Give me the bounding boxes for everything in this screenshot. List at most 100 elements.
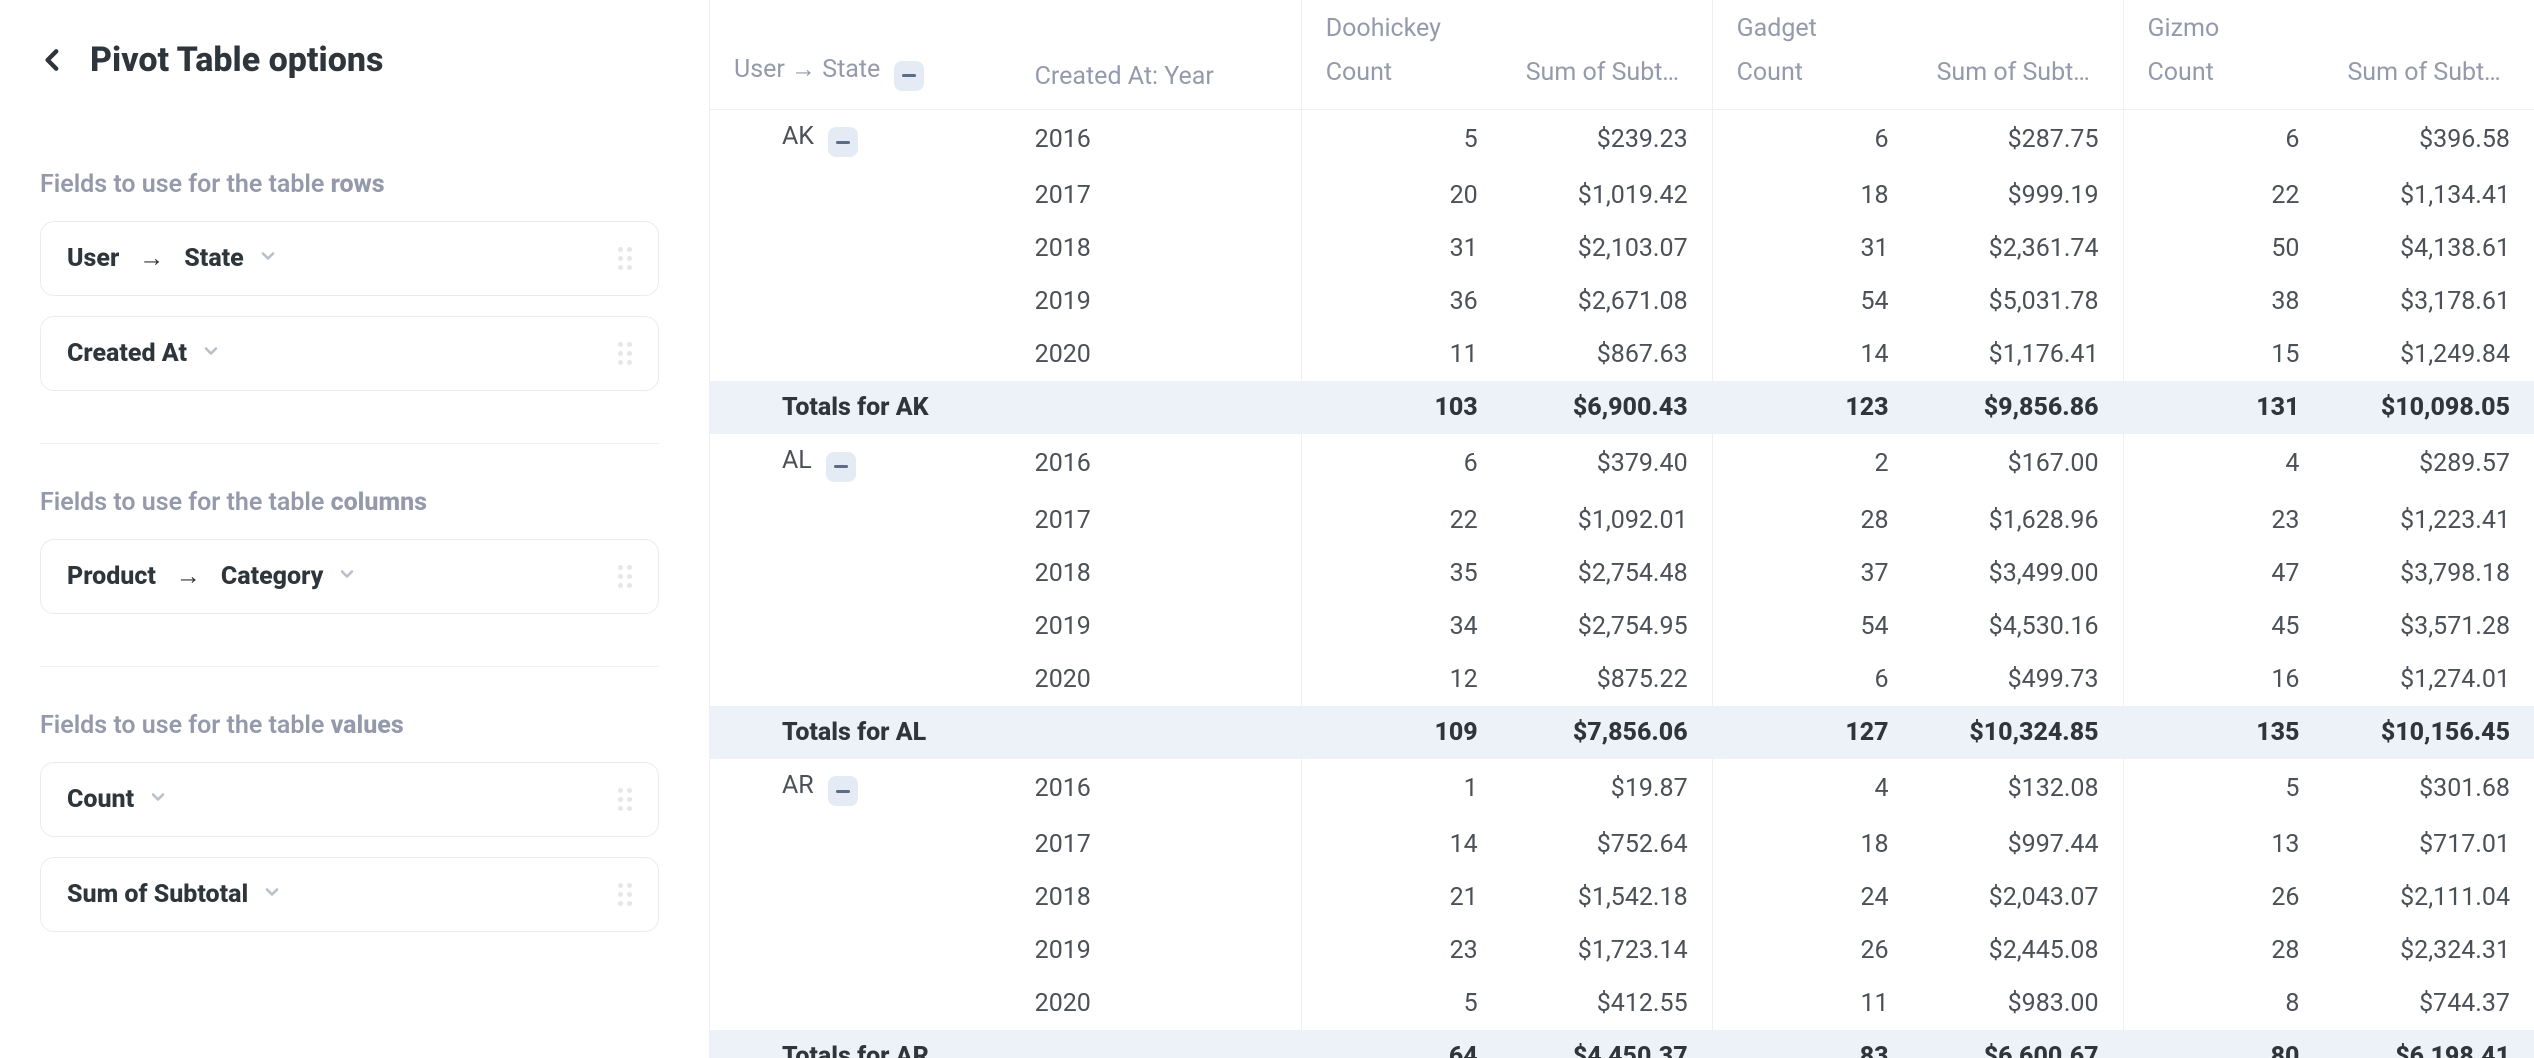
total-cell: $7,856.06 [1502, 706, 1712, 759]
value-cell: $1,628.96 [1913, 494, 2123, 547]
value-cell: $983.00 [1913, 977, 2123, 1030]
value-cell: 6 [2123, 109, 2323, 169]
sidebar-title: Pivot Table options [90, 40, 383, 80]
measure-header[interactable]: Sum of Subto… [2323, 51, 2534, 109]
value-cell: 24 [1712, 871, 1912, 924]
measure-header[interactable]: Sum of Subto… [1913, 51, 2123, 109]
col-field-0[interactable]: Product→Category [40, 539, 659, 614]
year-cell: 2020 [1011, 653, 1302, 706]
value-cell: $2,754.95 [1502, 600, 1712, 653]
rows-label: Fields to use for the table rows [40, 170, 659, 199]
row-dim-header[interactable]: Created At: Year [1011, 51, 1302, 109]
value-cell: 28 [2123, 924, 2323, 977]
rows-field-group: Fields to use for the table rows User→St… [40, 170, 659, 391]
value-cell: 18 [1712, 818, 1912, 871]
pivot-table: DoohickeyGadgetGizmo User → StateCreated… [710, 0, 2534, 1058]
value-cell: 11 [1301, 328, 1501, 381]
total-cell: 131 [2123, 381, 2323, 434]
measure-header[interactable]: Sum of Subto… [1502, 51, 1712, 109]
collapse-group-button[interactable] [828, 127, 858, 157]
drag-handle-icon[interactable] [618, 342, 632, 365]
value-cell: $752.64 [1502, 818, 1712, 871]
collapse-group-button[interactable] [826, 452, 856, 482]
table-row: 201722$1,092.0128$1,628.9623$1,223.41 [710, 494, 2534, 547]
table-row: 201720$1,019.4218$999.1922$1,134.41 [710, 169, 2534, 222]
value-cell: $289.57 [2323, 434, 2534, 494]
total-label: Totals for AL [710, 706, 1011, 759]
value-cell: 2 [1712, 434, 1912, 494]
value-cell: $1,723.14 [1502, 924, 1712, 977]
year-cell: 2017 [1011, 169, 1302, 222]
row-dim-header[interactable]: User → State [710, 51, 1011, 109]
drag-handle-icon[interactable] [618, 883, 632, 906]
year-cell: 2018 [1011, 871, 1302, 924]
chevron-left-icon [40, 47, 66, 73]
value-cell: 50 [2123, 222, 2323, 275]
table-row: 201936$2,671.0854$5,031.7838$3,178.61 [710, 275, 2534, 328]
value-cell: 6 [1712, 109, 1912, 169]
value-cell: $867.63 [1502, 328, 1712, 381]
total-row: Totals for AK103$6,900.43123$9,856.86131… [710, 381, 2534, 434]
back-button[interactable] [40, 47, 66, 73]
value-cell: $1,223.41 [2323, 494, 2534, 547]
table-row: 20205$412.5511$983.008$744.37 [710, 977, 2534, 1030]
value-cell: 4 [2123, 434, 2323, 494]
divider [40, 443, 659, 444]
value-cell: $4,530.16 [1913, 600, 2123, 653]
chevron-down-icon [258, 244, 278, 273]
table-row: 201821$1,542.1824$2,043.0726$2,111.04 [710, 871, 2534, 924]
total-cell: $10,156.45 [2323, 706, 2534, 759]
value-cell: 23 [1301, 924, 1501, 977]
collapse-group-button[interactable] [828, 776, 858, 806]
value-cell: $412.55 [1502, 977, 1712, 1030]
val-field-1[interactable]: Sum of Subtotal [40, 857, 659, 932]
value-cell: $1,019.42 [1502, 169, 1712, 222]
value-cell: $2,445.08 [1913, 924, 2123, 977]
chevron-down-icon [201, 339, 221, 368]
value-cell: $167.00 [1913, 434, 2123, 494]
measure-header[interactable]: Count [2123, 51, 2323, 109]
value-cell: $379.40 [1502, 434, 1712, 494]
category-header[interactable]: Doohickey [1301, 0, 1712, 51]
value-cell: $132.08 [1913, 759, 2123, 819]
value-cell: 6 [1712, 653, 1912, 706]
chevron-down-icon [148, 785, 168, 814]
measure-header[interactable]: Count [1712, 51, 1912, 109]
year-cell: 2019 [1011, 275, 1302, 328]
total-row: Totals for AR64$4,450.3783$6,600.6780$6,… [710, 1030, 2534, 1058]
value-cell: 5 [1301, 109, 1501, 169]
chevron-down-icon [262, 880, 282, 909]
value-cell: $4,138.61 [2323, 222, 2534, 275]
drag-handle-icon[interactable] [618, 788, 632, 811]
value-cell: 28 [1712, 494, 1912, 547]
table-row: 201923$1,723.1426$2,445.0828$2,324.31 [710, 924, 2534, 977]
value-cell: $499.73 [1913, 653, 2123, 706]
value-cell: $239.23 [1502, 109, 1712, 169]
state-cell: AL [710, 434, 1011, 494]
category-header[interactable]: Gizmo [2123, 0, 2534, 51]
total-cell: 109 [1301, 706, 1501, 759]
total-cell: $6,198.41 [2323, 1030, 2534, 1058]
collapse-all-button[interactable] [894, 61, 924, 91]
row-field-1[interactable]: Created At [40, 316, 659, 391]
total-cell: 103 [1301, 381, 1501, 434]
year-cell: 2017 [1011, 818, 1302, 871]
columns-field-group: Fields to use for the table columns Prod… [40, 488, 659, 614]
drag-handle-icon[interactable] [618, 247, 632, 270]
columns-label: Fields to use for the table columns [40, 488, 659, 517]
state-cell: AR [710, 759, 1011, 819]
val-field-0[interactable]: Count [40, 762, 659, 837]
value-cell: 16 [2123, 653, 2323, 706]
measure-header[interactable]: Count [1301, 51, 1501, 109]
table-row: 201831$2,103.0731$2,361.7450$4,138.61 [710, 222, 2534, 275]
value-cell: 14 [1301, 818, 1501, 871]
total-cell: 127 [1712, 706, 1912, 759]
category-header[interactable]: Gadget [1712, 0, 2123, 51]
drag-handle-icon[interactable] [618, 565, 632, 588]
value-cell: $1,249.84 [2323, 328, 2534, 381]
value-cell: 26 [1712, 924, 1912, 977]
row-field-0[interactable]: User→State [40, 221, 659, 296]
total-row: Totals for AL109$7,856.06127$10,324.8513… [710, 706, 2534, 759]
value-cell: 12 [1301, 653, 1501, 706]
values-label: Fields to use for the table values [40, 711, 659, 740]
